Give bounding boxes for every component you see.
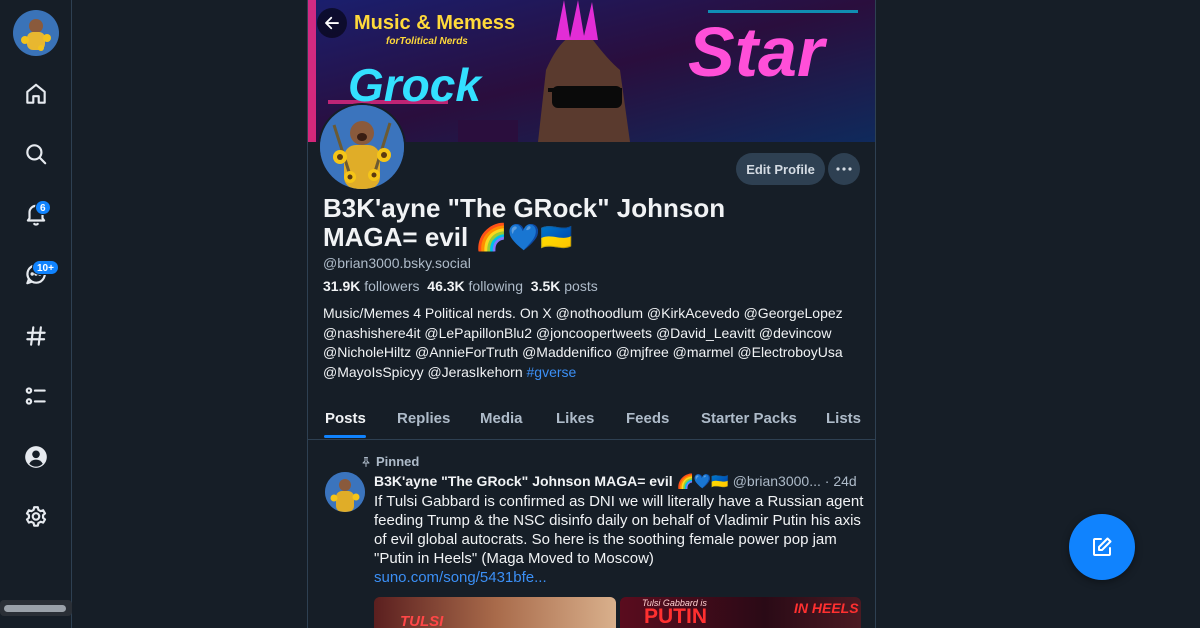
tab-lists[interactable]: Lists: [826, 410, 861, 427]
posts-count: 3.5K posts: [530, 278, 598, 294]
post-link[interactable]: suno.com/song/5431bfe...: [374, 569, 547, 586]
following-link[interactable]: 46.3K following: [427, 278, 523, 294]
home-icon: [26, 83, 46, 104]
bio-text: Music/Memes 4 Political nerds. On X @not…: [323, 305, 843, 380]
notifications-badge: 6: [35, 200, 51, 215]
tab-replies[interactable]: Replies: [397, 410, 450, 427]
user-circle-icon: [25, 446, 47, 468]
banner-word-right: Star: [688, 13, 825, 91]
compose-post-button[interactable]: [1069, 514, 1135, 580]
profile-tabs: Posts Replies Media Likes Feeds Starter …: [308, 398, 875, 440]
banner-title: Music & Memess: [354, 12, 516, 34]
messages-badge: 10+: [32, 260, 59, 275]
feeds-nav[interactable]: [0, 316, 72, 356]
settings-nav[interactable]: [0, 497, 72, 537]
current-user-avatar[interactable]: [13, 10, 59, 56]
active-tab-indicator: [324, 435, 366, 438]
profile-handle: @brian3000.bsky.social: [323, 255, 471, 271]
tab-posts[interactable]: Posts: [325, 410, 366, 427]
post-author-name[interactable]: B3K'ayne "The GRock" Johnson MAGA= evil …: [374, 473, 729, 489]
post-text: If Tulsi Gabbard is confirmed as DNI we …: [374, 493, 864, 567]
notifications-nav[interactable]: [0, 194, 72, 234]
post-header: B3K'ayne "The GRock" Johnson MAGA= evil …: [374, 473, 864, 490]
post-image-left[interactable]: TULSI: [374, 597, 616, 628]
post-separator: ·: [824, 473, 830, 489]
hashtag-icon: [26, 326, 46, 346]
post-author-avatar[interactable]: [325, 472, 365, 512]
tab-starter-packs[interactable]: Starter Packs: [701, 410, 797, 427]
profile-column: Music & Memess forTolitical Nerds Grock …: [307, 0, 876, 628]
tab-media[interactable]: Media: [480, 410, 523, 427]
left-nav-rail: 6 10+: [0, 0, 72, 628]
post-author-handle[interactable]: @brian3000...: [733, 473, 821, 489]
search-nav[interactable]: [0, 134, 72, 174]
edit-profile-button[interactable]: Edit Profile: [736, 153, 825, 185]
tab-feeds[interactable]: Feeds: [626, 410, 669, 427]
post-image-right[interactable]: Tulsi Gabbard is PUTIN IN HEELS: [620, 597, 861, 628]
profile-avatar[interactable]: [318, 103, 406, 191]
pencil-square-icon: [1093, 537, 1112, 556]
more-options-button[interactable]: [828, 153, 860, 185]
back-button[interactable]: [317, 8, 347, 38]
bio-hashtag-link[interactable]: #gverse: [527, 364, 577, 380]
tab-likes[interactable]: Likes: [556, 410, 594, 427]
post-age[interactable]: 24d: [833, 473, 856, 489]
search-icon: [26, 144, 47, 165]
profile-bio: Music/Memes 4 Political nerds. On X @not…: [323, 304, 863, 382]
pin-icon: [362, 456, 370, 467]
lists-nav[interactable]: [0, 376, 72, 416]
scrollbar-thumb[interactable]: [4, 605, 66, 612]
home-nav[interactable]: [0, 74, 72, 114]
profile-stats: 31.9K followers 46.3K following 3.5K pos…: [323, 278, 598, 294]
profile-nav[interactable]: [0, 437, 72, 477]
arrow-left-icon: [325, 16, 339, 30]
gear-icon: [25, 506, 47, 527]
pinned-label: Pinned: [360, 454, 419, 469]
lists-icon: [25, 387, 46, 405]
profile-display-name: B3K'ayne "The GRock" Johnson MAGA= evil …: [323, 193, 726, 252]
banner-subtitle: forTolitical Nerds: [386, 36, 468, 47]
ellipsis-icon: [836, 167, 852, 171]
followers-link[interactable]: 31.9K followers: [323, 278, 420, 294]
